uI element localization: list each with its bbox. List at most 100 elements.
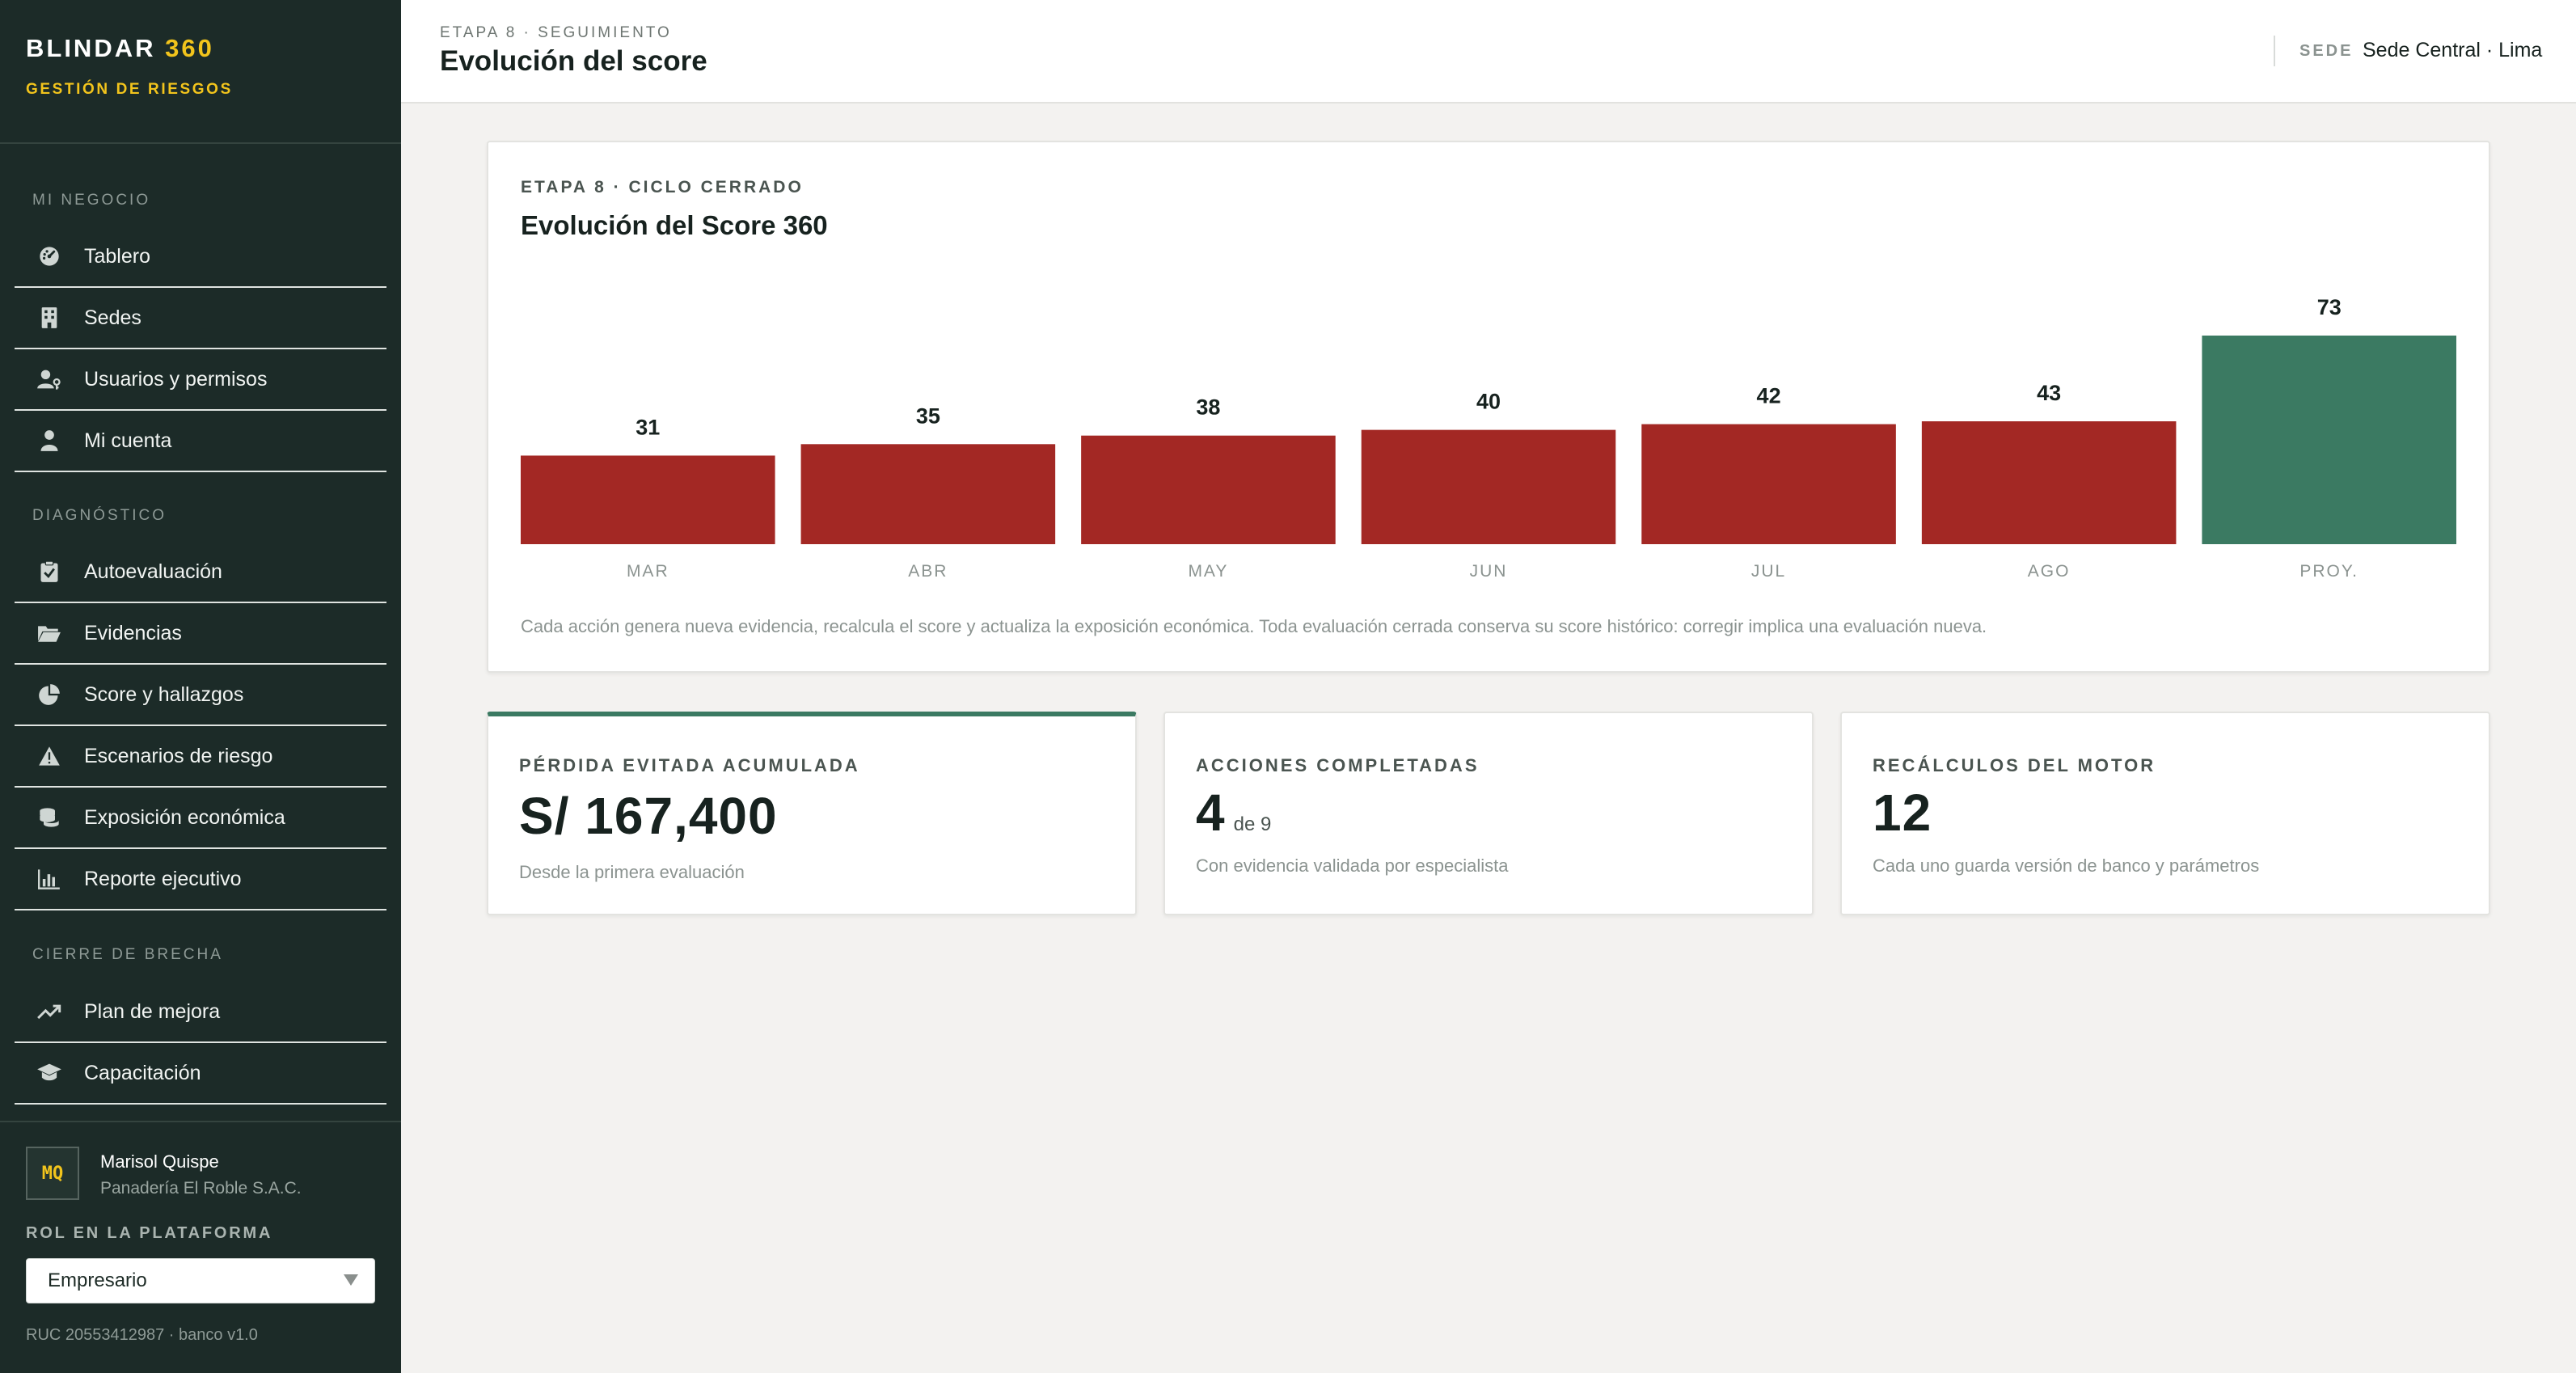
chart-bar xyxy=(1081,435,1336,544)
brand-name: BLINDAR 360 xyxy=(26,34,233,63)
chart-x-tick-label: JUN xyxy=(1470,562,1508,581)
warning-icon xyxy=(36,742,63,770)
nav-section-diagnostico: DIAGNÓSTICO xyxy=(32,507,167,524)
dashboard-icon xyxy=(36,243,63,270)
chart-data-label: 43 xyxy=(2037,381,2061,405)
user-company: Panadería El Roble S.A.C. xyxy=(100,1179,302,1198)
chart-data-label: 31 xyxy=(636,415,660,439)
breadcrumb: ETAPA 8 · SEGUIMIENTO xyxy=(440,24,672,41)
coins-icon xyxy=(36,804,63,831)
brand-name-accent: 360 xyxy=(165,34,214,62)
chart-bar xyxy=(1921,421,2177,544)
user-icon xyxy=(36,427,63,454)
caret-down-icon xyxy=(342,1272,360,1292)
pie-chart-icon xyxy=(36,681,63,708)
sidebar-item-evidencias[interactable]: Evidencias xyxy=(15,603,386,665)
metric-value: 12 xyxy=(1873,783,1932,843)
chart-bar xyxy=(1361,429,1616,544)
sidebar-item-label: Exposición económica xyxy=(84,805,285,829)
role-select-value: Empresario xyxy=(48,1269,147,1291)
sede-label: SEDE xyxy=(2299,42,2354,60)
chart-bar xyxy=(2202,336,2456,544)
divider xyxy=(0,142,401,144)
sidebar-item-label: Mi cuenta xyxy=(84,429,172,452)
footer-ruc: RUC 20553412987 · banco v1.0 xyxy=(26,1326,258,1344)
metric-label: PÉRDIDA EVITADA ACUMULADA xyxy=(519,755,860,775)
bar-chart-icon xyxy=(36,865,63,893)
sidebar-item-label: Evidencias xyxy=(84,621,182,644)
metric-label: RECÁLCULOS DEL MOTOR xyxy=(1873,755,2156,775)
sidebar-item-label: Score y hallazgos xyxy=(84,682,244,706)
sidebar-item-reporte[interactable]: Reporte ejecutivo xyxy=(15,849,386,910)
sidebar-item-capacitacion[interactable]: Capacitación xyxy=(15,1043,386,1105)
clipboard-check-icon xyxy=(36,558,63,585)
chart-x-tick-label: AGO xyxy=(2028,562,2071,581)
user-name: Marisol Quispe xyxy=(100,1151,219,1172)
sidebar-item-mi-cuenta[interactable]: Mi cuenta xyxy=(15,411,386,472)
metric-card-acciones: ACCIONES COMPLETADAS 4 de 9 Con evidencia… xyxy=(1163,712,1814,915)
sidebar-item-label: Autoevaluación xyxy=(84,560,222,583)
sidebar-item-label: Escenarios de riesgo xyxy=(84,744,273,767)
metric-value-suffix: de 9 xyxy=(1233,813,1272,835)
sidebar-item-tablero[interactable]: Tablero xyxy=(15,226,386,288)
metric-value: S/ 167,400 xyxy=(519,786,778,846)
chart-bar xyxy=(521,455,775,544)
trending-up-icon xyxy=(36,998,63,1025)
sidebar-item-usuarios[interactable]: Usuarios y permisos xyxy=(15,349,386,411)
sidebar-item-sedes[interactable]: Sedes xyxy=(15,288,386,349)
score-bar-chart: 31 MAR 35 ABR 38 MAY 40 JUN 42 JUL 43 AGO 73 PROY. xyxy=(521,295,2456,581)
sede-selector[interactable]: Sede Central · Lima xyxy=(2363,39,2542,62)
top-bar: ETAPA 8 · SEGUIMIENTO Evolución del scor… xyxy=(401,0,2576,104)
chart-data-label: 38 xyxy=(1196,395,1220,420)
metric-value-number: 4 xyxy=(1196,784,1226,842)
sidebar-item-label: Usuarios y permisos xyxy=(84,367,268,391)
sidebar-item-score[interactable]: Score y hallazgos xyxy=(15,665,386,726)
role-label: ROL EN LA PLATAFORMA xyxy=(26,1224,273,1242)
metric-card-perdida-evitada: PÉRDIDA EVITADA ACUMULADA S/ 167,400 Des… xyxy=(487,712,1137,915)
sidebar-item-label: Plan de mejora xyxy=(84,999,221,1023)
metric-description: Cada uno guarda versión de banco y parám… xyxy=(1873,855,2260,876)
brand[interactable]: BLINDAR 360 GESTIÓN DE RIESGOS xyxy=(26,34,233,99)
graduation-cap-icon xyxy=(36,1059,63,1087)
metric-value-number: 12 xyxy=(1873,784,1932,842)
sidebar-item-label: Sedes xyxy=(84,306,141,329)
sidebar-item-escenarios[interactable]: Escenarios de riesgo xyxy=(15,726,386,788)
chart-x-tick-label: ABR xyxy=(908,562,948,581)
sidebar-item-label: Reporte ejecutivo xyxy=(84,867,242,890)
user-key-icon xyxy=(36,365,63,393)
chart-data-label: 73 xyxy=(2317,295,2342,319)
nav-section-cierre-de-brecha: CIERRE DE BRECHA xyxy=(32,946,223,963)
metric-label: ACCIONES COMPLETADAS xyxy=(1196,755,1480,775)
chart-data-label: 40 xyxy=(1476,390,1501,414)
chart-note: Cada acción genera nueva evidencia, reca… xyxy=(521,616,1987,636)
sidebar-item-exposicion[interactable]: Exposición económica xyxy=(15,788,386,849)
brand-name-main: BLINDAR xyxy=(26,34,156,62)
building-icon xyxy=(36,304,63,332)
sidebar-item-label: Tablero xyxy=(84,244,150,268)
metric-value: 4 de 9 xyxy=(1196,783,1271,843)
chart-data-label: 42 xyxy=(1757,384,1781,408)
sidebar-item-autoevaluacion[interactable]: Autoevaluación xyxy=(15,542,386,603)
metric-description: Desde la primera evaluación xyxy=(519,862,745,882)
avatar[interactable]: MQ xyxy=(26,1147,79,1200)
chart-bar xyxy=(1641,424,1896,544)
sidebar-item-plan-de-mejora[interactable]: Plan de mejora xyxy=(15,982,386,1043)
divider xyxy=(2274,36,2275,66)
metric-card-recalculos: RECÁLCULOS DEL MOTOR 12 Cada uno guarda … xyxy=(1840,712,2490,915)
sidebar: BLINDAR 360 GESTIÓN DE RIESGOS MI NEGOCI… xyxy=(0,0,401,1373)
role-select[interactable]: Empresario xyxy=(26,1258,375,1303)
chart-x-tick-label: JUL xyxy=(1751,562,1786,581)
metric-value-number: S/ 167,400 xyxy=(519,787,778,845)
score-evolution-card: ETAPA 8 · CICLO CERRADO Evolución del Sc… xyxy=(487,141,2490,673)
metric-description: Con evidencia validada por especialista xyxy=(1196,855,1509,876)
chart-x-tick-label: MAY xyxy=(1188,562,1228,581)
chart-data-label: 35 xyxy=(916,403,940,428)
divider xyxy=(0,1121,401,1122)
nav-section-mi-negocio: MI NEGOCIO xyxy=(32,192,151,209)
chart-x-tick-label: MAR xyxy=(627,562,669,581)
brand-subtitle: GESTIÓN DE RIESGOS xyxy=(26,81,233,98)
folder-open-icon xyxy=(36,619,63,647)
sidebar-item-label: Capacitación xyxy=(84,1061,201,1084)
chart-bar xyxy=(800,444,1056,544)
chart-x-tick-label: PROY. xyxy=(2299,562,2359,581)
